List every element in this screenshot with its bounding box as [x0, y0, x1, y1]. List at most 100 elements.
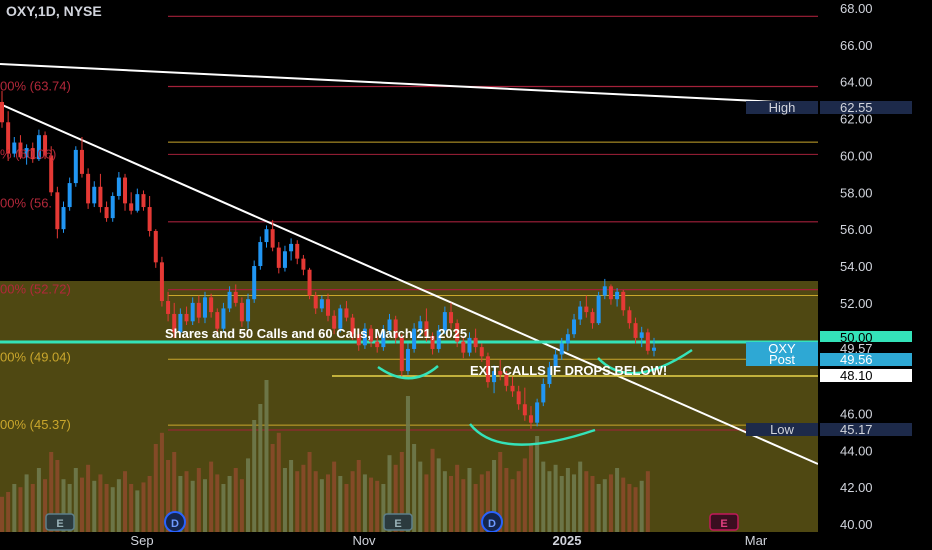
volume-bar [239, 479, 244, 532]
time-axis-bg [0, 532, 818, 550]
volume-bar [528, 444, 533, 532]
volume-bar [123, 471, 128, 532]
candle [258, 236, 263, 270]
chart-window: 00% (63.74) % (60.06) 00% (56. 00% (52.72) 0… [0, 0, 932, 550]
candle-body [516, 391, 521, 405]
candle [0, 90, 4, 128]
y-tick-label: 56.00 [840, 222, 873, 237]
candle-body [110, 195, 115, 219]
fib-label-4: 00% (49.04) [0, 349, 71, 364]
volume-bar [436, 458, 441, 532]
candle-body [264, 229, 269, 243]
candle-body [344, 308, 349, 318]
candle-body [227, 291, 232, 309]
x-tick-label: Nov [352, 533, 376, 548]
candle-body [79, 149, 84, 174]
volume-bar [79, 477, 84, 532]
candle-body [55, 192, 60, 230]
candle-body [645, 332, 650, 351]
candle-body [608, 286, 613, 300]
volume-bar [264, 380, 269, 532]
candle-body [590, 312, 595, 324]
volume-bar [547, 471, 552, 532]
volume-bar [362, 474, 367, 532]
candle-body [602, 286, 607, 296]
volume-bar [129, 484, 134, 532]
event-marker-0: E [45, 513, 75, 531]
volume-bar [522, 458, 527, 532]
interval-label: 1D [37, 3, 56, 19]
price-tag-label: Post [769, 352, 795, 367]
candle-body [135, 194, 140, 211]
volume-bar [246, 458, 251, 532]
volume-bar [467, 468, 472, 532]
candle [55, 186, 60, 239]
exchange-label: NYSE [63, 3, 102, 19]
candle-body [258, 242, 263, 267]
volume-bar [282, 468, 287, 532]
volume-bar [86, 464, 91, 532]
event-marker-letter: E [720, 518, 727, 530]
candle-body [627, 310, 632, 324]
candle-body [123, 177, 128, 204]
candle-body [141, 194, 146, 208]
event-marker-letter: D [488, 518, 496, 530]
candle [252, 260, 257, 303]
candle [104, 201, 109, 222]
price-tag-label: High [769, 100, 796, 115]
price-tag-5: Low 45.17 [746, 422, 912, 437]
candle-body [98, 186, 103, 208]
candle-body [449, 312, 454, 324]
volume-bar [565, 468, 570, 532]
y-tick-label: 44.00 [840, 443, 873, 458]
volume-bar [541, 461, 546, 532]
volume-bar [98, 474, 103, 532]
upper-trendline[interactable] [0, 63, 819, 105]
event-marker-letter: D [171, 518, 179, 530]
candle-body [522, 404, 527, 416]
volume-bar [430, 448, 435, 532]
volume-bar [510, 479, 515, 532]
candle-body [596, 295, 601, 324]
candle-body [467, 337, 472, 353]
candle-body [86, 173, 91, 204]
candle-body [319, 299, 324, 309]
candle-body [621, 291, 626, 311]
candle-body [202, 297, 207, 318]
candle-body [289, 243, 294, 252]
price-axis[interactable]: 68.0066.0064.0062.0060.0058.0056.0054.00… [840, 1, 873, 532]
candle-body [0, 101, 4, 123]
volume-bar [215, 474, 220, 532]
y-tick-label: 66.00 [840, 38, 873, 53]
volume-bar [12, 484, 17, 532]
candle [92, 181, 97, 208]
candle-body [307, 269, 312, 296]
volume-bar [375, 480, 380, 532]
volume-bar [30, 484, 35, 532]
volume-bar [24, 474, 29, 532]
price-tag-label: Low [770, 422, 794, 437]
y-tick-label: 52.00 [840, 296, 873, 311]
candle-body [246, 299, 251, 322]
y-tick-label: 46.00 [840, 406, 873, 421]
candle-body [375, 341, 380, 348]
candle [135, 188, 140, 213]
volume-bar [116, 479, 121, 532]
volume-bar [104, 484, 109, 532]
price-chart[interactable]: 00% (63.74) % (60.06) 00% (56. 00% (52.72) 0… [0, 0, 932, 550]
volume-bar [36, 468, 41, 532]
volume-bar [615, 468, 620, 532]
candle [159, 256, 164, 307]
price-axis-bg [818, 0, 932, 550]
fib-label-2: 00% (56. [0, 195, 52, 210]
volume-bar [135, 490, 140, 532]
candle [110, 192, 115, 222]
price-tag-value: 49.56 [840, 352, 873, 367]
candle [61, 201, 66, 233]
volume-bar [313, 471, 318, 532]
x-tick-label: Mar [745, 533, 768, 548]
candle-body [239, 302, 244, 322]
candle-body [615, 291, 620, 300]
y-tick-label: 54.00 [840, 259, 873, 274]
volume-bar [535, 436, 540, 532]
